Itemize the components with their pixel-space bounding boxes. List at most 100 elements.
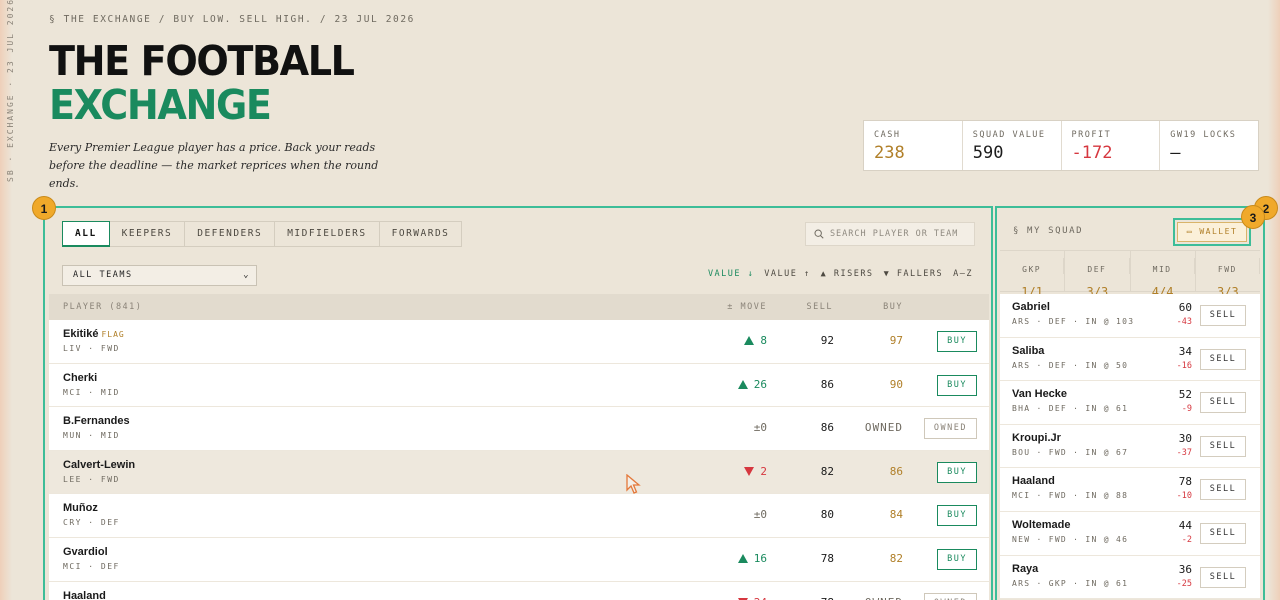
sell-price: 86 <box>820 421 834 435</box>
squad-player-value: 60 <box>1178 301 1192 314</box>
page-title-line2: EXCHANGE <box>49 81 272 129</box>
player-meta: CRY · DEF <box>63 518 120 528</box>
annotation-badge-1: 1 <box>32 196 56 220</box>
stat-profit: PROFIT -172 <box>1062 121 1161 170</box>
market-panel: ALL KEEPERS DEFENDERS MIDFIELDERS FORWAR… <box>43 206 993 600</box>
player-name: Muñoz <box>63 502 98 514</box>
teams-select[interactable]: ALL TEAMS ⌄ <box>62 265 257 286</box>
price-move: ±0 <box>754 421 767 434</box>
squad-player-name: Saliba <box>1012 344 1045 357</box>
owned-button[interactable]: OWNED <box>923 592 977 600</box>
table-row: B.Fernandes MUN · MID ±0 86 OWNED OWNED <box>49 407 989 451</box>
stat-squad-value: SQUAD VALUE 590 <box>963 121 1062 170</box>
list-item: Haaland MCI · FWD · IN @ 88 78 -10 SELL <box>1000 468 1260 512</box>
pos-mid: MID 4/4 <box>1131 251 1196 299</box>
triangle-up-icon <box>737 379 748 389</box>
sort-a-z[interactable]: A–Z <box>953 269 973 279</box>
sell-price: 78 <box>820 551 834 565</box>
tab-defenders[interactable]: DEFENDERS <box>185 222 276 246</box>
sell-button[interactable]: SELL <box>1200 566 1246 588</box>
triangle-down-icon: ▼ <box>883 269 897 279</box>
player-name: Gvardiol <box>63 546 108 558</box>
market-table-header: PLAYER (841) ± MOVE SELL BUY <box>49 294 989 320</box>
player-name: B.Fernandes <box>63 415 130 427</box>
chevron-down-icon: ⌄ <box>243 270 250 280</box>
sell-button[interactable]: SELL <box>1200 435 1246 457</box>
price-move: 26 <box>737 378 767 391</box>
player-meta: MCI · MID <box>63 387 120 397</box>
squad-title: § MY SQUAD <box>1013 226 1084 236</box>
tab-all[interactable]: ALL <box>62 221 110 247</box>
table-row: Gvardiol MCI · DEF 16 78 82 BUY <box>49 537 989 582</box>
sort-risers[interactable]: ▲ RISERS <box>821 269 874 279</box>
search-box[interactable] <box>805 222 975 246</box>
mouse-cursor-icon <box>626 474 641 494</box>
squad-player-meta: NEW · FWD · IN @ 46 <box>1012 534 1129 544</box>
squad-panel: § MY SQUAD ▭ WALLET GKP 1/1 DEF 3/3 MID 4/4… <box>995 206 1265 600</box>
sort-value-desc[interactable]: VALUE ↓ <box>708 269 754 279</box>
pos-fwd: FWD 3/3 <box>1196 251 1260 299</box>
squad-player-delta: -43 <box>1176 317 1192 327</box>
sell-button[interactable]: SELL <box>1200 348 1246 370</box>
triangle-up-icon <box>744 336 755 345</box>
buy-button[interactable]: BUY <box>937 548 977 570</box>
squad-player-name: Woltemade <box>1012 518 1071 531</box>
list-item: Saliba ARS · DEF · IN @ 50 34 -16 SELL <box>1000 337 1260 382</box>
col-move: ± MOVE <box>727 302 767 312</box>
pos-gkp: GKP 1/1 <box>1000 251 1066 299</box>
tab-midfielders[interactable]: MIDFIELDERS <box>275 222 380 246</box>
wallet-icon: ▭ <box>1186 227 1200 236</box>
tab-keepers[interactable]: KEEPERS <box>110 222 186 246</box>
player-name: Cherki <box>63 372 97 384</box>
tab-forwards[interactable]: FORWARDS <box>380 222 462 246</box>
annotation-badge-3: 3 <box>1241 205 1265 229</box>
table-row: Ekitiké FLAG LIV · FWD 8 92 97 BUY <box>49 320 989 364</box>
squad-player-meta: ARS · DEF · IN @ 50 <box>1012 360 1129 370</box>
sell-button[interactable]: SELL <box>1200 479 1246 501</box>
search-input[interactable] <box>829 229 974 239</box>
table-row: HaalandMCI · FWD2478OWNEDOWNED <box>49 581 989 600</box>
position-tabs: ALL KEEPERS DEFENDERS MIDFIELDERS FORWAR… <box>62 221 463 247</box>
squad-player-value: 78 <box>1178 475 1192 489</box>
buy-button[interactable]: BUY <box>937 374 977 396</box>
player-meta: LEE · FWD <box>63 474 120 484</box>
list-item: Kroupi.Jr BOU · FWD · IN @ 67 30 -37 SELL <box>1000 424 1260 469</box>
list-item: Van Hecke BHA · DEF · IN @ 61 52 -9 SELL <box>1000 381 1260 425</box>
triangle-down-icon <box>744 466 755 476</box>
owned-button[interactable]: OWNED <box>923 418 977 440</box>
squad-player-name: Van Hecke <box>1012 388 1068 401</box>
sort-options: VALUE ↓ VALUE ↑ ▲ RISERS ▼ FALLERS A–Z <box>708 269 973 279</box>
player-name: Ekitiké FLAG <box>63 328 125 340</box>
list-item: Raya ARS · GKP · IN @ 61 36 -25 SELL <box>1000 555 1260 600</box>
market-table-body: Ekitiké FLAG LIV · FWD 8 92 97 BUY Cherki MCI · … <box>49 320 989 600</box>
squad-player-meta: MCI · FWD · IN @ 88 <box>1012 491 1129 501</box>
price-move-value: 24 <box>754 596 767 600</box>
wallet-button[interactable]: ▭ WALLET <box>1173 218 1251 246</box>
sort-value-asc[interactable]: VALUE ↑ <box>764 269 810 279</box>
buy-price: OWNED <box>865 596 903 600</box>
list-item: Woltemade NEW · FWD · IN @ 46 44 -2 SELL <box>1000 511 1260 556</box>
price-move: 24 <box>737 596 767 600</box>
squad-player-name: Kroupi.Jr <box>1012 431 1061 444</box>
triangle-up-icon <box>737 553 748 563</box>
sort-fallers[interactable]: ▼ FALLERS <box>884 269 944 279</box>
buy-button[interactable]: BUY <box>937 505 977 527</box>
squad-player-name: Gabriel <box>1012 301 1050 313</box>
buy-price: 82 <box>889 551 903 565</box>
squad-player-meta: BOU · FWD · IN @ 67 <box>1012 447 1129 457</box>
player-name-text: B.Fernandes <box>63 415 130 428</box>
page-tagline: Every Premier League player has a price.… <box>49 141 379 190</box>
buy-button[interactable]: BUY <box>937 461 977 483</box>
col-player: PLAYER (841) <box>63 302 143 312</box>
sell-button[interactable]: SELL <box>1200 305 1246 326</box>
page-kicker: § THE EXCHANGE / BUY LOW. SELL HIGH. / 2… <box>49 14 415 25</box>
stat-locks: GW19 LOCKS — <box>1170 130 1237 163</box>
col-sell: SELL <box>806 302 833 312</box>
sell-button[interactable]: SELL <box>1200 522 1246 544</box>
price-move: 2 <box>744 465 767 478</box>
buy-button[interactable]: BUY <box>937 331 977 352</box>
buy-price: OWNED <box>864 421 903 435</box>
sell-button[interactable]: SELL <box>1200 392 1246 414</box>
vertical-dateline: SB · EXCHANGE · 23 JUL 2026 <box>6 0 15 182</box>
squad-list: Gabriel ARS · DEF · IN @ 103 60 -43 SELL Sali… <box>1000 294 1260 600</box>
